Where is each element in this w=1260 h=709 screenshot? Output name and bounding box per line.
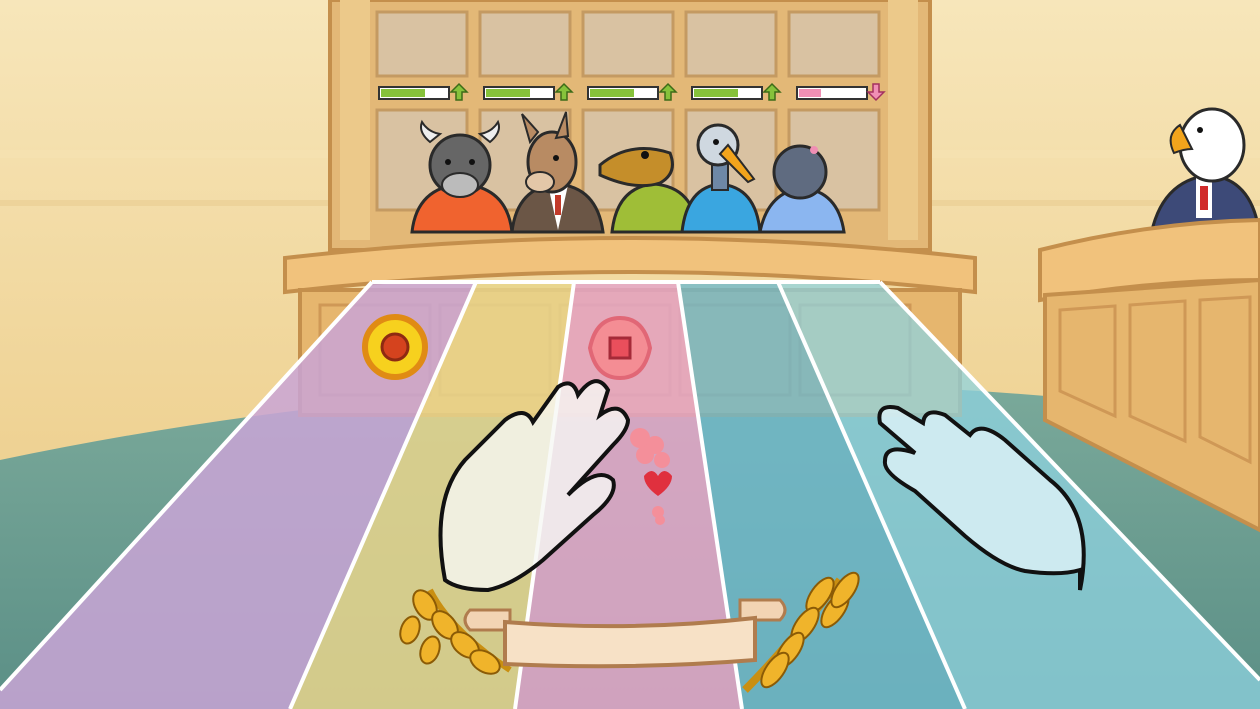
square-note-icon — [587, 315, 653, 381]
banner-label — [505, 630, 755, 660]
courtroom-scene — [0, 0, 1260, 709]
circle-note-icon — [362, 314, 428, 380]
